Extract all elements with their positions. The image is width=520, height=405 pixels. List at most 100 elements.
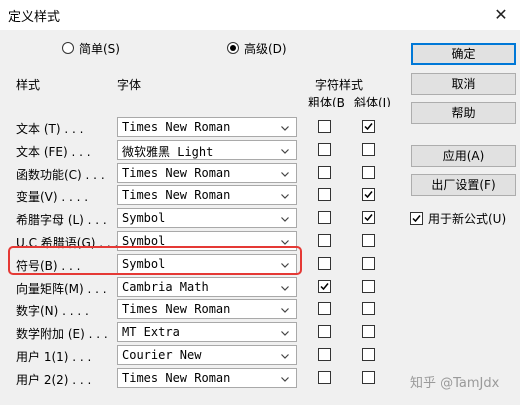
bold-checkbox[interactable] xyxy=(318,188,331,202)
font-select-value: Courier New xyxy=(122,348,202,362)
mode-simple-label: 简单(S) xyxy=(79,41,120,56)
italic-checkbox[interactable] xyxy=(362,165,375,179)
font-select[interactable]: 微软雅黑 Light xyxy=(117,139,297,160)
italic-checkbox[interactable] xyxy=(362,348,375,361)
style-row: 用户 2(2) . . . Times New Roman xyxy=(0,367,400,390)
header-italic: 斜体(I) xyxy=(354,96,390,107)
chevron-down-icon xyxy=(280,373,290,383)
mode-advanced-radio[interactable]: 高级(D) xyxy=(227,38,287,58)
font-select-value: Times New Roman xyxy=(122,165,231,180)
italic-checkbox[interactable] xyxy=(362,279,375,293)
bold-checkbox[interactable] xyxy=(318,370,331,384)
style-row: 向量矩阵(M) . . . Cambria Math xyxy=(0,276,400,299)
bold-checkbox[interactable] xyxy=(318,256,331,270)
italic-checkbox[interactable] xyxy=(362,370,375,384)
italic-checkbox[interactable] xyxy=(362,302,375,316)
chevron-down-icon xyxy=(280,213,290,223)
font-select-value: Times New Roman xyxy=(122,370,231,385)
highlight-box xyxy=(8,246,302,275)
chevron-down-icon xyxy=(280,122,290,132)
chevron-down-icon xyxy=(280,350,290,360)
bold-checkbox[interactable] xyxy=(318,165,331,179)
checkbox-icon xyxy=(410,212,423,225)
italic-checkbox[interactable] xyxy=(362,211,375,225)
watermark: 知乎 @TamJdx xyxy=(410,376,500,391)
bold-checkbox[interactable] xyxy=(318,348,331,361)
bold-checkbox[interactable] xyxy=(318,325,331,339)
font-select-value: Times New Roman xyxy=(122,188,231,203)
mode-simple-radio[interactable]: 简单(S) xyxy=(62,38,120,58)
window-title: 定义样式 xyxy=(8,10,61,25)
help-button[interactable]: 帮助 xyxy=(411,102,516,124)
radio-circle-icon xyxy=(227,42,239,54)
chevron-down-icon xyxy=(280,168,290,178)
style-row: 希腊字母 (L) . . . Symbol xyxy=(0,208,400,230)
use-new-formula-label: 用于新公式(U) xyxy=(428,212,507,226)
bold-checkbox[interactable] xyxy=(318,234,331,247)
style-row-label: 向量矩阵(M) . . . xyxy=(16,281,107,296)
chevron-down-icon xyxy=(280,327,290,337)
style-row-label: 数学附加 (E) . . . xyxy=(16,327,108,342)
radio-circle-icon xyxy=(62,42,74,54)
font-select[interactable]: Times New Roman xyxy=(117,117,297,137)
font-select[interactable]: Times New Roman xyxy=(117,162,297,183)
italic-checkbox[interactable] xyxy=(362,188,375,202)
style-row: 文本 (T) . . . Times New Roman xyxy=(0,117,400,139)
chevron-down-icon xyxy=(280,282,290,292)
style-row-label: 数字(N) . . . . xyxy=(16,304,89,319)
font-select-value: Times New Roman xyxy=(122,302,231,317)
style-row-label: 函数功能(C) . . . xyxy=(16,167,105,182)
bold-checkbox[interactable] xyxy=(318,120,331,133)
italic-checkbox[interactable] xyxy=(362,142,375,156)
font-select[interactable]: MT Extra xyxy=(117,322,297,343)
header-bold-wrap: 粗体(B) xyxy=(308,94,344,107)
bold-checkbox[interactable] xyxy=(318,279,331,293)
use-new-formula-checkbox[interactable]: 用于新公式(U) xyxy=(410,210,506,227)
header-font: 字体 xyxy=(117,78,142,92)
style-row: 函数功能(C) . . . Times New Roman xyxy=(0,162,400,185)
font-select-value: MT Extra xyxy=(122,325,180,340)
style-row-label: 变量(V) . . . . xyxy=(16,190,89,205)
style-row-label: 希腊字母 (L) . . . xyxy=(16,213,107,228)
font-select[interactable]: Courier New xyxy=(117,345,297,365)
font-select[interactable]: Symbol xyxy=(117,208,297,229)
style-row: 数字(N) . . . . Times New Roman xyxy=(0,299,400,321)
style-row-label: 用户 1(1) . . . xyxy=(16,350,92,364)
style-row: 用户 1(1) . . . Courier New xyxy=(0,345,400,367)
italic-checkbox[interactable] xyxy=(362,120,375,133)
header-char-style: 字符样式 xyxy=(315,78,364,92)
ok-button[interactable]: 确定 xyxy=(411,43,516,65)
font-select[interactable]: Times New Roman xyxy=(117,185,297,206)
chevron-down-icon xyxy=(280,236,290,246)
mode-advanced-label: 高级(D) xyxy=(244,41,287,56)
style-row-label: 用户 2(2) . . . xyxy=(16,372,92,387)
title-bar: 定义样式 ✕ xyxy=(0,0,520,30)
bold-checkbox[interactable] xyxy=(318,142,331,156)
header-bold: 粗体(B) xyxy=(308,96,344,107)
header-style: 样式 xyxy=(16,78,41,92)
cancel-button[interactable]: 取消 xyxy=(411,73,516,95)
bold-checkbox[interactable] xyxy=(318,211,331,225)
style-row: 文本 (FE) . . . 微软雅黑 Light xyxy=(0,139,400,162)
font-select[interactable]: Times New Roman xyxy=(117,367,297,388)
bold-checkbox[interactable] xyxy=(318,302,331,316)
chevron-down-icon xyxy=(280,145,290,155)
chevron-down-icon xyxy=(280,304,290,314)
font-select-value: Symbol xyxy=(122,211,166,226)
style-row: 数学附加 (E) . . . MT Extra xyxy=(0,322,400,344)
italic-checkbox[interactable] xyxy=(362,325,375,339)
italic-checkbox[interactable] xyxy=(362,234,375,247)
font-select[interactable]: Cambria Math xyxy=(117,276,297,297)
style-row: 变量(V) . . . . Times New Roman xyxy=(0,185,400,207)
italic-checkbox[interactable] xyxy=(362,256,375,270)
close-icon[interactable]: ✕ xyxy=(490,4,512,26)
apply-button[interactable]: 应用(A) xyxy=(411,145,516,167)
font-select-value: Cambria Math xyxy=(122,279,209,294)
style-row-label: 文本 (FE) . . . xyxy=(16,144,91,159)
font-select-value: 微软雅黑 Light xyxy=(122,144,214,159)
chevron-down-icon xyxy=(280,190,290,200)
font-select-value: Times New Roman xyxy=(122,120,231,134)
factory-settings-button[interactable]: 出厂设置(F) xyxy=(411,174,516,196)
font-select[interactable]: Times New Roman xyxy=(117,299,297,320)
header-italic-wrap: 斜体(I) xyxy=(354,94,390,107)
